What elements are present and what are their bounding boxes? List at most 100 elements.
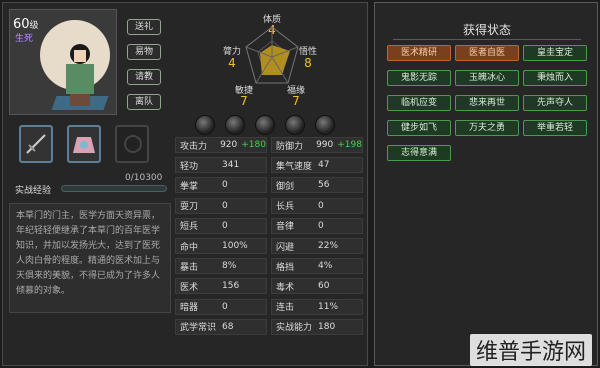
sword-icon xyxy=(26,134,46,154)
stat-name: 毒术 xyxy=(276,282,295,293)
stat-value: 100% xyxy=(222,241,248,251)
stat-value: 8% xyxy=(222,261,237,272)
stat-cell: 长兵 0 xyxy=(271,197,363,214)
stat-name: 轻功 xyxy=(180,161,199,172)
stat-value: 11% xyxy=(318,301,339,312)
stat-value: 0 xyxy=(222,301,228,312)
stat-name: 音律 xyxy=(276,222,295,233)
stat-cell: 武学常识 68 xyxy=(175,318,267,335)
stat-value: 56 xyxy=(318,180,330,191)
level-unit: 级 xyxy=(29,21,39,31)
stat-value: 920 xyxy=(220,140,238,150)
gift-button[interactable]: 送礼 xyxy=(127,19,161,35)
status-tag[interactable]: 医者自医 xyxy=(455,45,519,61)
status-tag[interactable]: 皇圭宝定 xyxy=(523,45,587,61)
stat-name: 集气速度 xyxy=(276,161,313,172)
stat-value: 68 xyxy=(222,321,234,332)
stat-name: 短兵 xyxy=(180,222,199,233)
status-tag[interactable]: 玉魄冰心 xyxy=(455,70,519,86)
stat-cell: 攻击力 920 +180 xyxy=(175,137,267,153)
stat-cell: 命中 100% xyxy=(175,238,267,254)
stat-cell: 防御力 990 +198 xyxy=(271,137,363,153)
status-tag[interactable]: 秉烛而入 xyxy=(523,70,587,86)
stat-value: 22% xyxy=(318,241,339,251)
status-panel: 获得状态 医术精研 医者自医 皇圭宝定鬼影无踪 玉魄冰心 秉烛而入临机应变 悲来再世 先声夺… xyxy=(374,2,598,366)
stat-cell: 短兵 0 xyxy=(175,217,267,234)
skill-orb-3[interactable] xyxy=(255,115,275,135)
stat-name: 武学常识 xyxy=(180,323,217,334)
stat-value: 0 xyxy=(318,220,324,231)
attribute-radar xyxy=(245,26,299,84)
exp-label: 实战经验 xyxy=(15,186,52,196)
leave-party-button[interactable]: 离队 xyxy=(127,94,161,110)
title-divider xyxy=(393,39,581,40)
stat-cell: 暴击 8% xyxy=(175,258,267,275)
stat-value: 0 xyxy=(222,180,228,191)
trade-button[interactable]: 易物 xyxy=(127,44,161,60)
stat-name: 长兵 xyxy=(276,202,295,213)
stat-cell: 音律 0 xyxy=(271,217,363,234)
watermark: 维普手游网 xyxy=(470,334,593,366)
status-tag[interactable]: 先声夺人 xyxy=(523,95,587,111)
skill-orb-2[interactable] xyxy=(225,115,245,135)
status-tag[interactable]: 举重若轻 xyxy=(523,120,587,136)
stat-name: 命中 xyxy=(180,242,199,253)
status-tag[interactable]: 临机应变 xyxy=(387,95,451,111)
stat-name: 连击 xyxy=(276,303,295,314)
accessory-slot[interactable] xyxy=(115,125,149,163)
stat-name: 攻击力 xyxy=(180,141,208,152)
stat-name: 耍刀 xyxy=(180,202,199,213)
ring-icon xyxy=(124,135,142,153)
stat-value: 180 xyxy=(318,321,336,332)
stat-name: 暗器 xyxy=(180,303,199,314)
radar-value-bottom-left: 7 xyxy=(240,94,248,108)
status-tag[interactable]: 健步如飞 xyxy=(387,120,451,136)
status-tag[interactable]: 医术精研 xyxy=(387,45,451,61)
stat-name: 拳掌 xyxy=(180,181,199,192)
stat-name: 实战能力 xyxy=(276,323,313,334)
stat-cell: 拳掌 0 xyxy=(175,177,267,194)
level-number: 60 xyxy=(13,17,30,32)
skill-orb-4[interactable] xyxy=(285,115,305,135)
character-sprite xyxy=(62,44,98,110)
stat-cell: 耍刀 0 xyxy=(175,197,267,214)
consult-button[interactable]: 请教 xyxy=(127,69,161,85)
stat-cell: 实战能力 180 xyxy=(271,318,363,335)
exp-progress-bar xyxy=(61,185,167,192)
character-description: 本草门的门主，医学方面天资异禀，年纪轻轻便继承了本草门的百年医学知识，并加以发扬… xyxy=(9,203,171,313)
stat-name: 医术 xyxy=(180,282,199,293)
status-tag[interactable]: 志得意满 xyxy=(387,145,451,161)
stat-name: 防御力 xyxy=(276,141,304,152)
stat-cell: 御剑 56 xyxy=(271,177,363,194)
skill-orb-1[interactable] xyxy=(195,115,215,135)
character-panel: 60级 生死 送礼 易物 请教 离队 0/10300 实战经验 本草门的门主，医… xyxy=(2,2,368,366)
level-display: 60级 xyxy=(13,17,39,32)
armor-slot[interactable] xyxy=(67,125,101,163)
character-role: 生死 xyxy=(15,34,34,44)
stat-name: 格挡 xyxy=(276,262,295,273)
stat-cell: 闪避 22% xyxy=(271,238,363,254)
stat-value: 156 xyxy=(222,281,240,292)
stat-value: 0 xyxy=(222,220,228,231)
stat-cell: 格挡 4% xyxy=(271,258,363,275)
stat-value: 0 xyxy=(318,200,324,211)
stat-value: 0 xyxy=(222,200,228,211)
status-tag[interactable]: 鬼影无踪 xyxy=(387,70,451,86)
stat-name: 御剑 xyxy=(276,181,295,192)
stat-value: 60 xyxy=(318,281,330,292)
stat-cell: 暗器 0 xyxy=(175,298,267,315)
radar-value-bottom-right: 7 xyxy=(292,94,300,108)
skill-orb-5[interactable] xyxy=(315,115,335,135)
robe-icon xyxy=(73,137,95,153)
stat-value: 990 xyxy=(316,140,334,150)
status-tag[interactable]: 万夫之勇 xyxy=(455,120,519,136)
stat-bonus: +198 xyxy=(337,140,362,150)
exp-value: 0/10300 xyxy=(125,173,163,183)
status-panel-title: 获得状态 xyxy=(462,23,511,37)
weapon-slot[interactable] xyxy=(19,125,53,163)
stat-cell: 医术 156 xyxy=(175,278,267,295)
stat-name: 暴击 xyxy=(180,262,199,273)
stat-cell: 毒术 60 xyxy=(271,278,363,295)
stat-value: 4% xyxy=(318,261,333,272)
status-tag[interactable]: 悲来再世 xyxy=(455,95,519,111)
